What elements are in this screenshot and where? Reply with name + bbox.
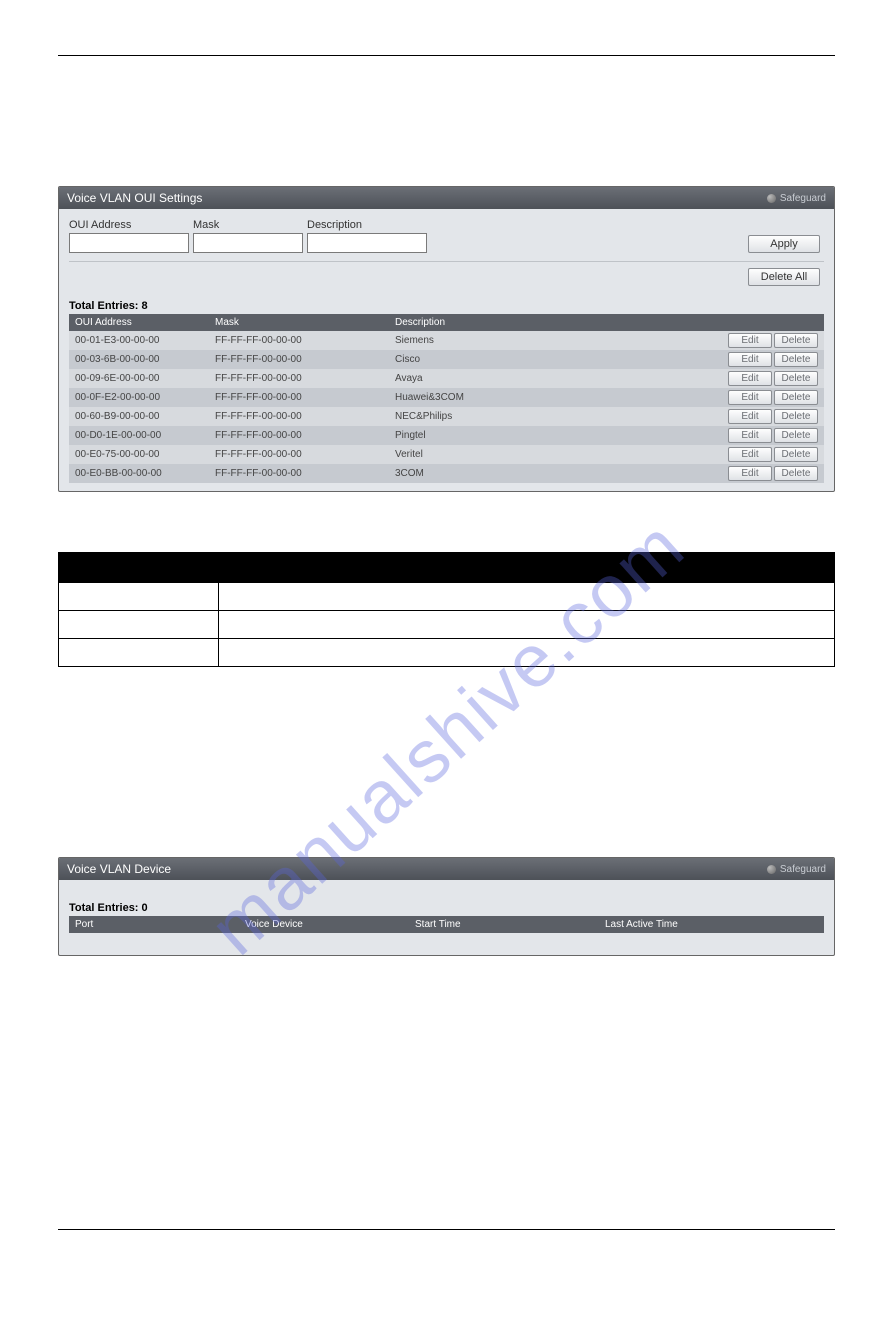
- oui-address-input[interactable]: [69, 233, 189, 253]
- safeguard-icon: [767, 865, 776, 874]
- safeguard-badge: Safeguard: [767, 193, 826, 204]
- cell-actions: EditDelete: [714, 426, 824, 445]
- edit-button[interactable]: Edit: [728, 352, 772, 367]
- edit-button[interactable]: Edit: [728, 390, 772, 405]
- description-input[interactable]: [307, 233, 427, 253]
- cell-mask: FF-FF-FF-00-00-00: [209, 369, 389, 388]
- cell-description: Siemens: [389, 331, 714, 350]
- delete-button[interactable]: Delete: [774, 409, 818, 424]
- cell-actions: EditDelete: [714, 407, 824, 426]
- col-oui-address: OUI Address: [69, 314, 209, 331]
- delete-button[interactable]: Delete: [774, 371, 818, 386]
- delete-button[interactable]: Delete: [774, 466, 818, 481]
- cell-actions: EditDelete: [714, 350, 824, 369]
- panel-title: Voice VLAN Device: [67, 862, 171, 876]
- safeguard-label: Safeguard: [780, 864, 826, 875]
- cell-oui-address: 00-09-6E-00-00-00: [69, 369, 209, 388]
- cell-oui-address: 00-0F-E2-00-00-00: [69, 388, 209, 407]
- parameter-description-table: [58, 552, 835, 667]
- edit-button[interactable]: Edit: [728, 333, 772, 348]
- total-entries-label: Total Entries: 0: [69, 902, 824, 914]
- cell-description: Cisco: [389, 350, 714, 369]
- cell-actions: EditDelete: [714, 369, 824, 388]
- table-row: [59, 611, 835, 639]
- table-row: [59, 583, 835, 611]
- cell-mask: FF-FF-FF-00-00-00: [209, 407, 389, 426]
- description-label: Description: [307, 219, 427, 231]
- table-row: 00-60-B9-00-00-00FF-FF-FF-00-00-00NEC&Ph…: [69, 407, 824, 426]
- delete-button[interactable]: Delete: [774, 352, 818, 367]
- panel-titlebar: Voice VLAN Device Safeguard: [59, 858, 834, 880]
- safeguard-icon: [767, 194, 776, 203]
- edit-button[interactable]: Edit: [728, 447, 772, 462]
- cell-oui-address: 00-01-E3-00-00-00: [69, 331, 209, 350]
- cell-description: Veritel: [389, 445, 714, 464]
- table-row: 00-D0-1E-00-00-00FF-FF-FF-00-00-00Pingte…: [69, 426, 824, 445]
- page-bottom-rule: [58, 1229, 835, 1230]
- table-row: 00-E0-BB-00-00-00FF-FF-FF-00-00-003COMEd…: [69, 464, 824, 483]
- table-row: 00-0F-E2-00-00-00FF-FF-FF-00-00-00Huawei…: [69, 388, 824, 407]
- desc-header: [219, 553, 835, 583]
- edit-button[interactable]: Edit: [728, 409, 772, 424]
- cell-description: 3COM: [389, 464, 714, 483]
- cell-description: Pingtel: [389, 426, 714, 445]
- cell-actions: EditDelete: [714, 388, 824, 407]
- delete-button[interactable]: Delete: [774, 428, 818, 443]
- divider: [69, 261, 824, 262]
- cell-mask: FF-FF-FF-00-00-00: [209, 445, 389, 464]
- cell-mask: FF-FF-FF-00-00-00: [209, 388, 389, 407]
- mask-label: Mask: [193, 219, 303, 231]
- cell-oui-address: 00-D0-1E-00-00-00: [69, 426, 209, 445]
- mask-input[interactable]: [193, 233, 303, 253]
- cell-actions: EditDelete: [714, 445, 824, 464]
- panel-titlebar: Voice VLAN OUI Settings Safeguard: [59, 187, 834, 209]
- cell-description: Huawei&3COM: [389, 388, 714, 407]
- cell-actions: EditDelete: [714, 331, 824, 350]
- delete-button[interactable]: Delete: [774, 390, 818, 405]
- col-start-time: Start Time: [409, 916, 599, 933]
- edit-button[interactable]: Edit: [728, 428, 772, 443]
- apply-button[interactable]: Apply: [748, 235, 820, 253]
- col-voice-device: Voice Device: [239, 916, 409, 933]
- cell-oui-address: 00-E0-BB-00-00-00: [69, 464, 209, 483]
- cell-mask: FF-FF-FF-00-00-00: [209, 331, 389, 350]
- col-last-active-time: Last Active Time: [599, 916, 824, 933]
- cell-description: Avaya: [389, 369, 714, 388]
- cell-oui-address: 00-03-6B-00-00-00: [69, 350, 209, 369]
- cell-mask: FF-FF-FF-00-00-00: [209, 426, 389, 445]
- table-row: 00-03-6B-00-00-00FF-FF-FF-00-00-00CiscoE…: [69, 350, 824, 369]
- oui-address-label: OUI Address: [69, 219, 189, 231]
- safeguard-label: Safeguard: [780, 193, 826, 204]
- col-port: Port: [69, 916, 239, 933]
- voice-device-table: Port Voice Device Start Time Last Active…: [69, 916, 824, 933]
- delete-button[interactable]: Delete: [774, 447, 818, 462]
- col-description: Description: [389, 314, 824, 331]
- cell-actions: EditDelete: [714, 464, 824, 483]
- edit-button[interactable]: Edit: [728, 371, 772, 386]
- cell-oui-address: 00-E0-75-00-00-00: [69, 445, 209, 464]
- voice-vlan-device-panel: Voice VLAN Device Safeguard Total Entrie…: [58, 857, 835, 956]
- cell-oui-address: 00-60-B9-00-00-00: [69, 407, 209, 426]
- voice-vlan-oui-settings-panel: Voice VLAN OUI Settings Safeguard OUI Ad…: [58, 186, 835, 492]
- oui-table: OUI Address Mask Description 00-01-E3-00…: [69, 314, 824, 483]
- col-mask: Mask: [209, 314, 389, 331]
- cell-description: NEC&Philips: [389, 407, 714, 426]
- edit-button[interactable]: Edit: [728, 466, 772, 481]
- param-header: [59, 553, 219, 583]
- table-row: 00-E0-75-00-00-00FF-FF-FF-00-00-00Verite…: [69, 445, 824, 464]
- table-row: 00-01-E3-00-00-00FF-FF-FF-00-00-00Siemen…: [69, 331, 824, 350]
- cell-mask: FF-FF-FF-00-00-00: [209, 350, 389, 369]
- delete-button[interactable]: Delete: [774, 333, 818, 348]
- cell-mask: FF-FF-FF-00-00-00: [209, 464, 389, 483]
- table-row: [59, 639, 835, 667]
- total-entries-label: Total Entries: 8: [69, 300, 824, 312]
- delete-all-button[interactable]: Delete All: [748, 268, 820, 286]
- safeguard-badge: Safeguard: [767, 864, 826, 875]
- panel-title: Voice VLAN OUI Settings: [67, 191, 202, 205]
- table-row: 00-09-6E-00-00-00FF-FF-FF-00-00-00AvayaE…: [69, 369, 824, 388]
